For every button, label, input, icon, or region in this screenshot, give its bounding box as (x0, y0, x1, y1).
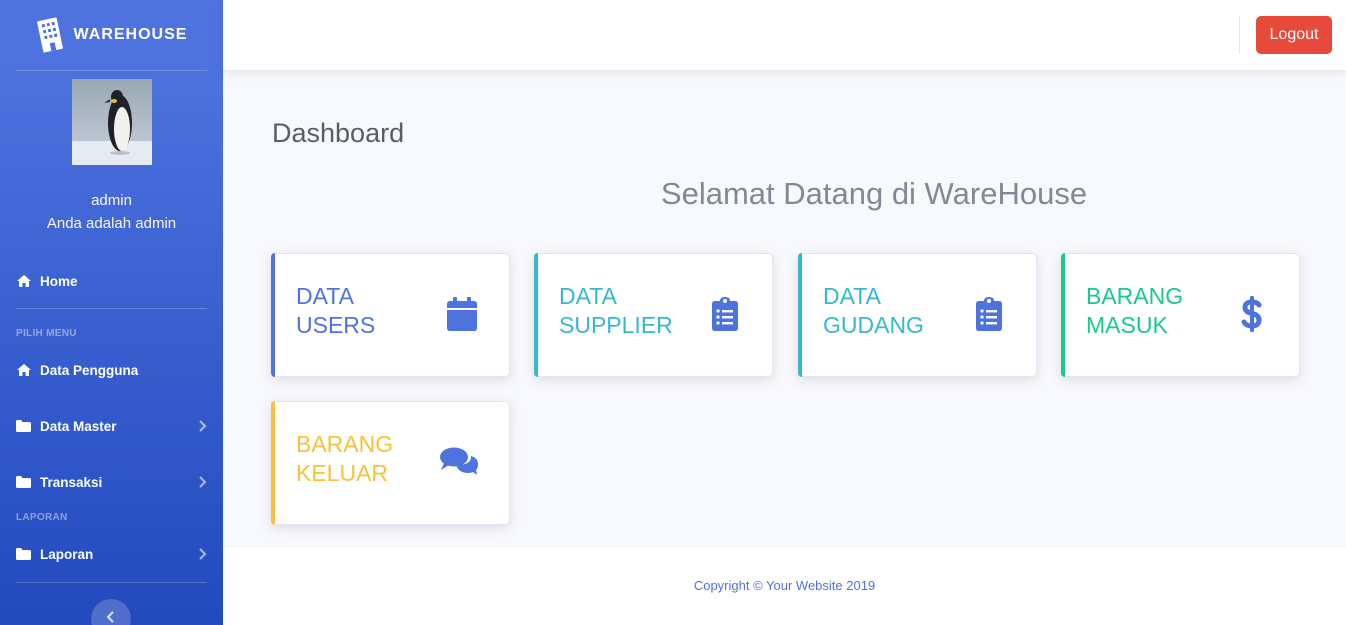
user-role: Anda adalah admin (46, 215, 177, 232)
sidebar-item-label: Transaksi (40, 474, 103, 490)
folder-icon (16, 547, 32, 561)
sidebar-item-label: Data Pengguna (40, 362, 139, 378)
card-label: BARANG MASUK (1086, 283, 1184, 338)
sidebar-toggle-button[interactable] (91, 599, 131, 625)
chevron-right-icon (199, 548, 207, 560)
brand-link[interactable]: WAREHOUSE (0, 0, 223, 70)
card-accent-bar (271, 253, 275, 377)
card-accent-bar (271, 401, 275, 525)
clipboard-list-icon (708, 296, 742, 332)
sidebar: WAREHOUSE admin Anda adalah admin Home P… (0, 0, 223, 625)
card-accent-bar (534, 253, 538, 377)
footer: Copyright © Your Website 2019 (223, 548, 1346, 625)
copyright-text: Copyright © Your Website 2019 (693, 578, 876, 593)
sidebar-item-laporan[interactable]: Laporan (0, 539, 223, 569)
sidebar-divider (16, 582, 207, 583)
page-title: Dashboard (272, 118, 405, 148)
card-barang-masuk[interactable]: BARANG MASUK (1061, 253, 1300, 377)
chevron-left-icon (106, 611, 114, 623)
folder-icon (16, 419, 32, 433)
chevron-right-icon (199, 476, 207, 488)
dollar-icon (1235, 296, 1269, 332)
sidebar-item-label: Home (40, 273, 78, 289)
topbar-divider (1239, 16, 1240, 54)
home-icon (16, 363, 32, 377)
card-accent-bar (1061, 253, 1065, 377)
brand-title: WAREHOUSE (73, 26, 188, 43)
sidebar-item-label: Laporan (40, 546, 94, 562)
folder-icon (16, 475, 32, 489)
logout-button[interactable]: Logout (1256, 16, 1332, 54)
card-data-users[interactable]: DATA USERS (271, 253, 510, 377)
sidebar-item-data-master[interactable]: Data Master (0, 411, 223, 441)
card-data-supplier[interactable]: DATA SUPPLIER (534, 253, 773, 377)
sidebar-item-data-pengguna[interactable]: Data Pengguna (0, 355, 223, 385)
section-heading-menu: PILIH MENU (16, 328, 77, 339)
sidebar-item-transaksi[interactable]: Transaksi (0, 467, 223, 497)
section-heading-laporan: LAPORAN (16, 512, 68, 523)
calendar-icon (445, 296, 479, 332)
clipboard-list-icon (972, 296, 1006, 332)
card-accent-bar (798, 253, 802, 377)
sidebar-divider (16, 70, 207, 71)
comments-icon (439, 444, 479, 480)
sidebar-item-home[interactable]: Home (0, 266, 223, 296)
sidebar-item-label: Data Master (40, 418, 117, 434)
home-icon (16, 274, 32, 288)
card-label: DATA SUPPLIER (559, 283, 673, 338)
welcome-heading: Selamat Datang di WareHouse (660, 176, 1088, 211)
avatar (71, 79, 152, 165)
chevron-right-icon (199, 420, 207, 432)
card-data-gudang[interactable]: DATA GUDANG (798, 253, 1037, 377)
card-barang-keluar[interactable]: BARANG KELUAR (271, 401, 510, 525)
card-label: DATA GUDANG (823, 283, 924, 338)
card-label: DATA USERS (296, 283, 376, 338)
topbar: Logout (223, 0, 1346, 70)
building-icon (36, 17, 64, 53)
user-name: admin (91, 192, 132, 209)
card-label: BARANG KELUAR (296, 431, 394, 486)
sidebar-divider (16, 308, 207, 309)
